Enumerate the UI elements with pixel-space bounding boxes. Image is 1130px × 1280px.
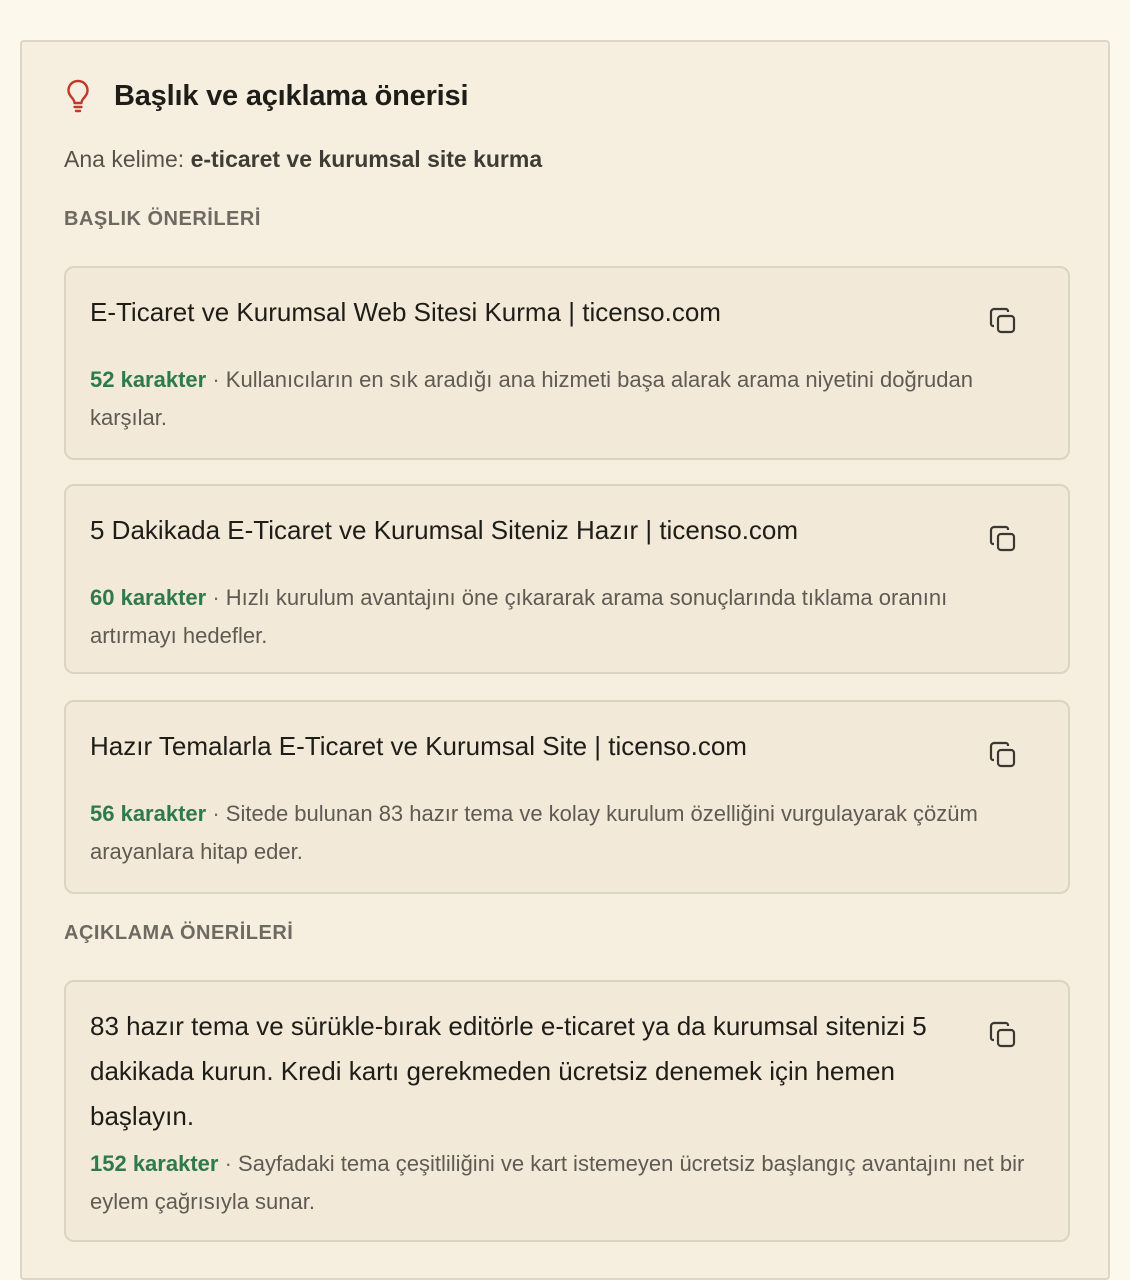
title-suggestion-meta: 60 karakter · Hızlı kurulum avantajını ö… (90, 579, 1028, 655)
keyword-value: e-ticaret ve kurumsal site kurma (190, 146, 543, 172)
suggestion-reason: Kullanıcıların en sık aradığı ana hizmet… (90, 367, 974, 430)
character-count: 152 karakter (90, 1151, 219, 1176)
keyword-line: Ana kelime: e-ticaret ve kurumsal site k… (64, 146, 542, 173)
copy-icon (989, 307, 1016, 334)
character-count: 60 karakter (90, 585, 207, 610)
description-section-label: AÇIKLAMA ÖNERİLERİ (64, 922, 294, 944)
character-count: 52 karakter (90, 367, 207, 392)
copy-button[interactable] (988, 306, 1018, 336)
panel-header: Başlık ve açıklama önerisi (64, 78, 469, 114)
title-suggestion-text: Hazır Temalarla E-Ticaret ve Kurumsal Si… (90, 731, 747, 761)
copy-icon (989, 1021, 1016, 1048)
separator: · (212, 801, 220, 826)
title-suggestion-card: E-Ticaret ve Kurumsal Web Sitesi Kurma |… (64, 266, 1070, 460)
title-suggestion-meta: 56 karakter · Sitede bulunan 83 hazır te… (90, 795, 1028, 871)
copy-button[interactable] (988, 524, 1018, 554)
copy-button[interactable] (988, 740, 1018, 770)
description-suggestion-card: 83 hazır tema ve sürükle-bırak editörle … (64, 980, 1070, 1242)
copy-icon (989, 525, 1016, 552)
lightbulb-icon (64, 78, 92, 114)
suggestion-panel: Başlık ve açıklama önerisi Ana kelime: e… (20, 40, 1110, 1280)
title-suggestion-card: Hazır Temalarla E-Ticaret ve Kurumsal Si… (64, 700, 1070, 894)
copy-button[interactable] (988, 1020, 1018, 1050)
copy-icon (989, 741, 1016, 768)
title-suggestion-meta: 52 karakter · Kullanıcıların en sık arad… (90, 361, 1028, 437)
character-count: 56 karakter (90, 801, 207, 826)
separator: · (212, 367, 220, 392)
separator: · (224, 1151, 232, 1176)
title-suggestion-text: E-Ticaret ve Kurumsal Web Sitesi Kurma |… (90, 297, 721, 327)
title-suggestion-card: 5 Dakikada E-Ticaret ve Kurumsal Siteniz… (64, 484, 1070, 674)
suggestion-reason: Sitede bulunan 83 hazır tema ve kolay ku… (90, 801, 978, 864)
description-suggestion-meta: 152 karakter · Sayfadaki tema çeşitliliğ… (90, 1145, 1028, 1221)
separator: · (212, 585, 220, 610)
title-suggestion-text: 5 Dakikada E-Ticaret ve Kurumsal Siteniz… (90, 515, 799, 545)
title-section-label: BAŞLIK ÖNERİLERİ (64, 208, 261, 230)
description-suggestion-text: 83 hazır tema ve sürükle-bırak editörle … (90, 1011, 927, 1131)
panel-title: Başlık ve açıklama önerisi (114, 79, 469, 112)
keyword-label: Ana kelime: (64, 146, 185, 172)
